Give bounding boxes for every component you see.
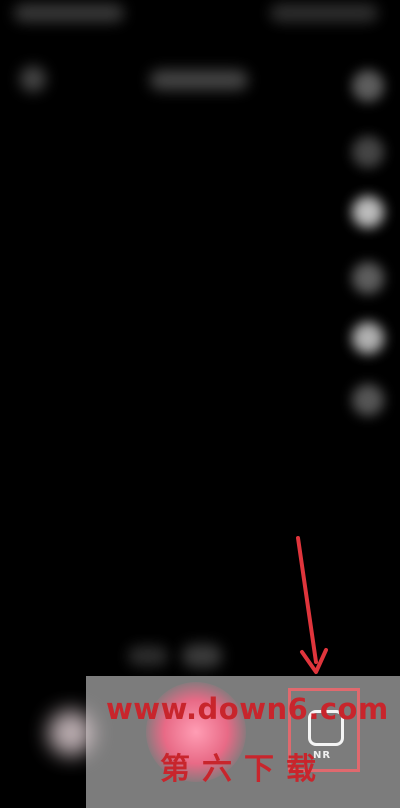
top-center-control[interactable] <box>150 70 248 90</box>
settings-icon[interactable] <box>20 66 46 92</box>
side-tool-icon-4[interactable] <box>352 262 384 294</box>
mode-option-2[interactable] <box>182 644 222 668</box>
watermark-site-name: 第六下载 <box>160 752 328 787</box>
status-bar-right-blurred <box>270 4 378 22</box>
side-tool-icon-6[interactable] <box>352 384 384 416</box>
side-tool-icon-1[interactable] <box>352 70 384 102</box>
side-tool-icon-5[interactable] <box>352 322 384 354</box>
side-tool-icon-2[interactable] <box>352 136 384 168</box>
status-bar-left-blurred <box>14 4 124 22</box>
side-tool-icon-3[interactable] <box>352 196 384 228</box>
watermark-url: www.down6.com <box>106 692 389 726</box>
gallery-thumbnail[interactable] <box>48 710 94 756</box>
mode-option-1[interactable] <box>128 646 168 666</box>
